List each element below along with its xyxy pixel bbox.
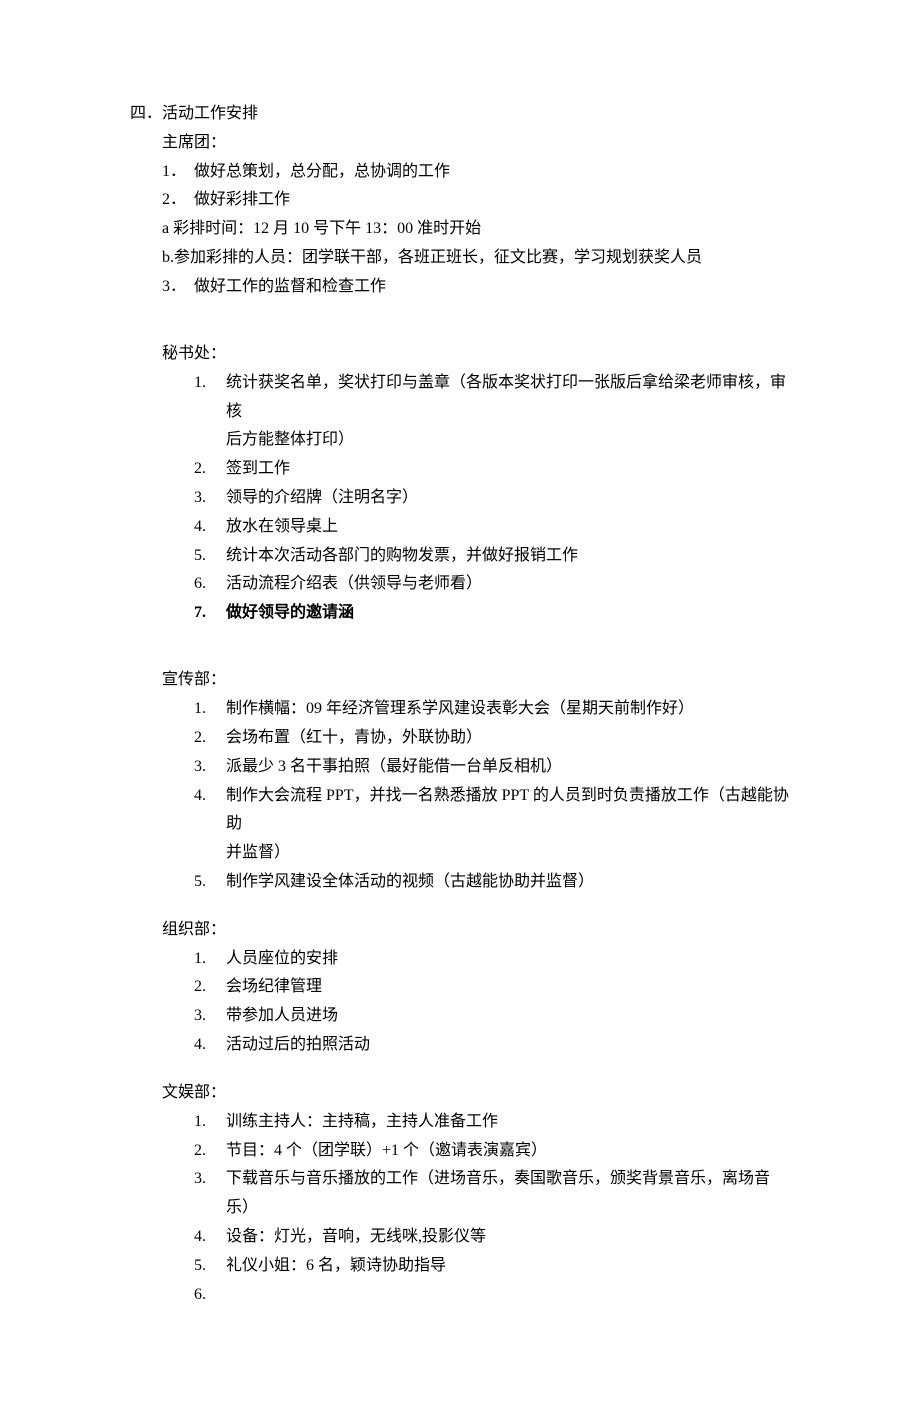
item-number: 1. bbox=[194, 945, 226, 974]
item-text: 会场纪律管理 bbox=[226, 973, 322, 1002]
item-number: 6. bbox=[194, 1281, 226, 1310]
section-four-title: 四．活动工作安排 bbox=[130, 100, 790, 129]
item-number: 1． bbox=[162, 158, 194, 187]
entertainment-item-6: 6. bbox=[194, 1281, 790, 1310]
presidium-sub-a: a 彩排时间：12 月 10 号下午 13：00 准时开始 bbox=[162, 215, 790, 244]
publicity-item-2: 2. 会场布置（红十，青协，外联协助） bbox=[194, 724, 790, 753]
item-number: 1. bbox=[194, 369, 226, 427]
presidium-sub-b: b.参加彩排的人员：团学联干部，各班正班长，征文比赛，学习规划获奖人员 bbox=[162, 244, 790, 273]
presidium-item-3: 3． 做好工作的监督和检查工作 bbox=[162, 273, 790, 302]
item-text: 制作学风建设全体活动的视频（古越能协助并监督） bbox=[226, 868, 594, 897]
item-text: 统计获奖名单，奖状打印与盖章（各版本奖状打印一张版后拿给梁老师审核，审核 bbox=[226, 369, 790, 427]
item-text: 统计本次活动各部门的购物发票，并做好报销工作 bbox=[226, 542, 578, 571]
publicity-item-1: 1. 制作横幅：09 年经济管理系学风建设表彰大会（星期天前制作好） bbox=[194, 695, 790, 724]
item-number: 7. bbox=[194, 599, 226, 628]
organization-header: 组织部： bbox=[162, 916, 790, 945]
item-number: 1. bbox=[194, 695, 226, 724]
item-number: 5. bbox=[194, 542, 226, 571]
publicity-item-4-cont: 并监督） bbox=[226, 839, 790, 868]
item-text: 礼仪小姐：6 名，颖诗协助指导 bbox=[226, 1252, 446, 1281]
entertainment-item-3: 3. 下载音乐与音乐播放的工作（进场音乐，奏国歌音乐，颁奖背景音乐，离场音乐） bbox=[194, 1165, 790, 1223]
secretariat-item-6: 6. 活动流程介绍表（供领导与老师看） bbox=[194, 570, 790, 599]
secretariat-item-2: 2. 签到工作 bbox=[194, 455, 790, 484]
item-text: 制作横幅：09 年经济管理系学风建设表彰大会（星期天前制作好） bbox=[226, 695, 694, 724]
item-text: 做好工作的监督和检查工作 bbox=[194, 273, 386, 302]
publicity-item-3: 3. 派最少 3 名干事拍照（最好能借一台单反相机） bbox=[194, 753, 790, 782]
item-number: 2. bbox=[194, 724, 226, 753]
entertainment-item-4: 4. 设备：灯光，音响，无线咪,投影仪等 bbox=[194, 1223, 790, 1252]
item-number: 5. bbox=[194, 1252, 226, 1281]
item-number: 4. bbox=[194, 513, 226, 542]
item-text: 节目：4 个（团学联）+1 个（邀请表演嘉宾） bbox=[226, 1137, 547, 1166]
item-number: 3. bbox=[194, 1165, 226, 1223]
item-number: 5. bbox=[194, 868, 226, 897]
item-number: 4. bbox=[194, 1223, 226, 1252]
item-text: 做好彩排工作 bbox=[194, 186, 290, 215]
item-number: 3. bbox=[194, 1002, 226, 1031]
item-text: 领导的介绍牌（注明名字） bbox=[226, 484, 418, 513]
entertainment-item-1: 1. 训练主持人：主持稿，主持人准备工作 bbox=[194, 1108, 790, 1137]
entertainment-item-2: 2. 节目：4 个（团学联）+1 个（邀请表演嘉宾） bbox=[194, 1137, 790, 1166]
item-number: 2． bbox=[162, 186, 194, 215]
item-text: 制作大会流程 PPT，并找一名熟悉播放 PPT 的人员到时负责播放工作（古越能协… bbox=[226, 782, 790, 840]
item-text: 设备：灯光，音响，无线咪,投影仪等 bbox=[226, 1223, 486, 1252]
item-number: 4. bbox=[194, 782, 226, 840]
organization-item-4: 4. 活动过后的拍照活动 bbox=[194, 1031, 790, 1060]
secretariat-header: 秘书处： bbox=[162, 340, 790, 369]
publicity-item-4: 4. 制作大会流程 PPT，并找一名熟悉播放 PPT 的人员到时负责播放工作（古… bbox=[194, 782, 790, 840]
item-text: 带参加人员进场 bbox=[226, 1002, 338, 1031]
secretariat-item-1-cont: 后方能整体打印） bbox=[226, 426, 790, 455]
item-text: 训练主持人：主持稿，主持人准备工作 bbox=[226, 1108, 498, 1137]
item-number: 3. bbox=[194, 753, 226, 782]
item-text: 活动流程介绍表（供领导与老师看） bbox=[226, 570, 482, 599]
publicity-item-5: 5. 制作学风建设全体活动的视频（古越能协助并监督） bbox=[194, 868, 790, 897]
organization-item-2: 2. 会场纪律管理 bbox=[194, 973, 790, 1002]
item-number: 3． bbox=[162, 273, 194, 302]
item-text: 做好总策划，总分配，总协调的工作 bbox=[194, 158, 450, 187]
item-number: 3. bbox=[194, 484, 226, 513]
publicity-header: 宣传部： bbox=[162, 666, 790, 695]
item-text: 做好领导的邀请涵 bbox=[226, 599, 354, 628]
secretariat-item-1: 1. 统计获奖名单，奖状打印与盖章（各版本奖状打印一张版后拿给梁老师审核，审核 bbox=[194, 369, 790, 427]
item-number: 4. bbox=[194, 1031, 226, 1060]
item-text: 签到工作 bbox=[226, 455, 290, 484]
organization-item-1: 1. 人员座位的安排 bbox=[194, 945, 790, 974]
secretariat-item-5: 5. 统计本次活动各部门的购物发票，并做好报销工作 bbox=[194, 542, 790, 571]
item-text: 放水在领导桌上 bbox=[226, 513, 338, 542]
item-number: 2. bbox=[194, 455, 226, 484]
secretariat-item-4: 4. 放水在领导桌上 bbox=[194, 513, 790, 542]
item-number: 6. bbox=[194, 570, 226, 599]
item-text: 派最少 3 名干事拍照（最好能借一台单反相机） bbox=[226, 753, 562, 782]
secretariat-item-7: 7. 做好领导的邀请涵 bbox=[194, 599, 790, 628]
presidium-item-2: 2． 做好彩排工作 bbox=[162, 186, 790, 215]
entertainment-item-5: 5. 礼仪小姐：6 名，颖诗协助指导 bbox=[194, 1252, 790, 1281]
item-number: 2. bbox=[194, 973, 226, 1002]
item-text: 人员座位的安排 bbox=[226, 945, 338, 974]
item-text: 下载音乐与音乐播放的工作（进场音乐，奏国歌音乐，颁奖背景音乐，离场音乐） bbox=[226, 1165, 790, 1223]
secretariat-item-3: 3. 领导的介绍牌（注明名字） bbox=[194, 484, 790, 513]
item-text: 活动过后的拍照活动 bbox=[226, 1031, 370, 1060]
organization-item-3: 3. 带参加人员进场 bbox=[194, 1002, 790, 1031]
entertainment-header: 文娱部： bbox=[162, 1079, 790, 1108]
item-text: 会场布置（红十，青协，外联协助） bbox=[226, 724, 482, 753]
presidium-header: 主席团： bbox=[162, 129, 790, 158]
item-number: 1. bbox=[194, 1108, 226, 1137]
item-number: 2. bbox=[194, 1137, 226, 1166]
presidium-item-1: 1． 做好总策划，总分配，总协调的工作 bbox=[162, 158, 790, 187]
